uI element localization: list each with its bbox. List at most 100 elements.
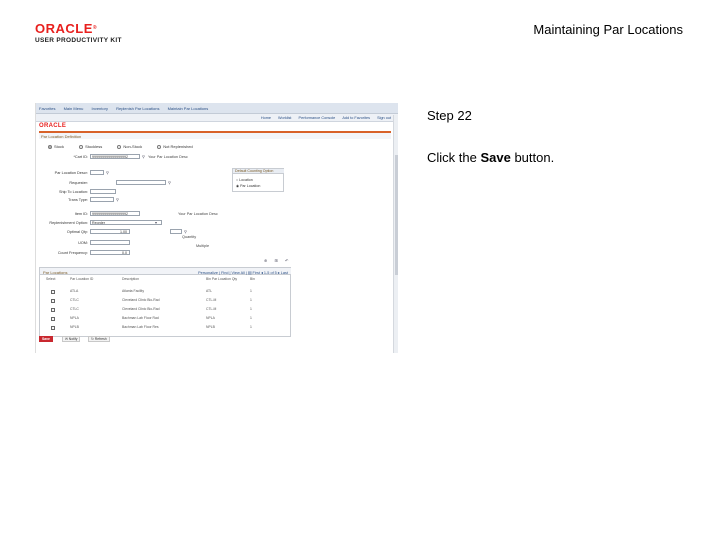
counting-option-location[interactable]: ○ Location: [236, 178, 253, 182]
requester-field[interactable]: [116, 180, 166, 185]
lookup-icon[interactable]: ⚲: [116, 197, 119, 202]
grid-column-headers: Select Par Location ID Description Bin P…: [40, 277, 291, 282]
scrollbar-thumb[interactable]: [395, 155, 398, 275]
grid-title: Par Locations: [43, 269, 68, 275]
par-location-id-cell: NPLA: [70, 316, 79, 320]
breadcrumb-item[interactable]: Replenish Par Locations: [116, 106, 159, 111]
bin-cell: 1: [250, 316, 252, 320]
ship-to-label: Ship To Location:: [58, 190, 88, 194]
counting-option-title: Default Counting Option: [233, 169, 284, 174]
par-type-radio-group: Stock Stockless Non-Stock Not Replenishe…: [48, 144, 207, 149]
sign-out-link[interactable]: Sign out: [377, 116, 391, 120]
lookup-icon[interactable]: ⚲: [184, 229, 187, 234]
replenishment-option-select[interactable]: Reorder: [90, 220, 162, 225]
add-to-favorites-link[interactable]: Add to Favorites: [342, 116, 370, 120]
radio-icon: [117, 144, 122, 149]
multiple-label: Multiple: [196, 244, 210, 248]
select-checkbox[interactable]: [51, 326, 55, 330]
grid-navigation[interactable]: Personalize | Find | View All | ▤ First …: [198, 270, 288, 275]
description-cell: Bachman Lab Floor Rad: [122, 316, 159, 320]
worklist-link[interactable]: Worklist: [278, 116, 291, 120]
replenishment-option-label: Replenishment Option:: [49, 221, 88, 225]
select-checkbox[interactable]: [51, 317, 55, 321]
logo-brand: ORACLE®: [35, 21, 98, 36]
bin-cell: 1: [250, 298, 252, 302]
bin-par-location-cell: ATL: [206, 289, 212, 293]
counting-option-par-location[interactable]: ◉ Par Location: [236, 184, 260, 188]
bin-par-location-cell: CTL-M: [206, 307, 217, 311]
lookup-icon[interactable]: ⚲: [168, 180, 171, 185]
instruction-target: Save: [480, 150, 511, 165]
column-header[interactable]: Bin: [250, 277, 255, 281]
select-checkbox[interactable]: [51, 308, 55, 312]
refresh-button[interactable]: ↻ Refresh: [88, 336, 110, 342]
description-cell: Atlanta Facility: [122, 289, 145, 293]
column-header[interactable]: Select: [46, 277, 55, 281]
page-title-bar: Par Location Definition: [39, 131, 391, 139]
radio-icon: [157, 144, 162, 149]
lookup-icon[interactable]: ⚲: [142, 154, 145, 159]
default-counting-option-box: Default Counting Option ○ Location ◉ Par…: [232, 168, 284, 192]
radio-stockless[interactable]: Stockless: [79, 144, 102, 149]
bin-par-location-cell: NPLA: [206, 316, 215, 320]
uom-field[interactable]: [90, 240, 130, 245]
column-header[interactable]: Par Location ID: [70, 277, 93, 281]
par-location-id-cell: ATLA: [70, 289, 79, 293]
bin-par-location-cell: NPLB: [206, 325, 215, 329]
breadcrumb: Favorites Main Menu Inventory Replenish …: [39, 106, 215, 111]
par-descr-field[interactable]: [90, 170, 104, 175]
app-oracle-logo: ORACLE: [39, 123, 67, 129]
select-checkbox[interactable]: [51, 299, 55, 303]
oracle-upk-logo: ORACLE® USER PRODUCTIVITY KIT: [35, 22, 130, 48]
optimal-qty-label: Optimal Qty:: [66, 230, 88, 234]
top-navigation: Favorites Main Menu Inventory Replenish …: [36, 103, 398, 114]
chevron-down-icon[interactable]: ▾: [155, 220, 157, 225]
table-row: ATLA Atlanta Facility ATL 1: [40, 288, 291, 295]
radio-stock[interactable]: Stock: [48, 144, 64, 149]
requester-label: Requester:: [69, 181, 88, 185]
breadcrumb-item[interactable]: Inventory: [92, 106, 108, 111]
table-row: NPLB Bachman Lab Floor Res NPLB 1: [40, 324, 291, 331]
header-links-bar: Home Worklist Performance Console Add to…: [36, 114, 398, 122]
vertical-scrollbar[interactable]: [393, 115, 398, 353]
home-link[interactable]: Home: [261, 116, 271, 120]
notify-button[interactable]: ✉ Notify: [62, 336, 81, 342]
cart-id-field[interactable]: 999999999999999992: [90, 154, 140, 159]
description-cell: Bachman Lab Floor Res: [122, 325, 159, 329]
ship-to-field[interactable]: [90, 189, 116, 194]
breadcrumb-item[interactable]: Maintain Par Locations: [168, 106, 209, 111]
lookup-icon[interactable]: ⚲: [106, 170, 109, 175]
column-header[interactable]: Bin Par Location Qty: [206, 277, 237, 281]
grid-header: Par Locations Personalize | Find | View …: [40, 268, 291, 275]
par-locations-grid: Par Locations Personalize | Find | View …: [39, 267, 291, 337]
add-row-icon[interactable]: ⊞: [274, 258, 277, 263]
radio-selected-icon: [48, 144, 52, 149]
select-checkbox[interactable]: [51, 290, 55, 294]
item-id-label: Item ID:: [74, 212, 88, 216]
zoom-icon[interactable]: ⊕: [264, 258, 267, 263]
radio-non-stock[interactable]: Non-Stock: [117, 144, 142, 149]
app-screenshot: Favorites Main Menu Inventory Replenish …: [35, 103, 398, 353]
trans-type-field[interactable]: [90, 197, 114, 202]
count-frequency-label: Count Frequency:: [57, 251, 88, 255]
count-frequency-field[interactable]: 0.0: [90, 250, 130, 255]
description-cell: Cleveland Clinic Bio-Rad: [122, 298, 160, 302]
refresh-icon[interactable]: ↶: [285, 258, 288, 263]
item-id-field[interactable]: 999999999999999992: [90, 211, 140, 216]
par-descr-label: Par Location Descr:: [54, 171, 88, 175]
performance-console-link[interactable]: Performance Console: [299, 116, 336, 120]
par-location-id-cell: CTLC: [70, 298, 79, 302]
cart-note: Your Par Location Desc: [148, 155, 188, 159]
breadcrumb-item[interactable]: Favorites: [39, 106, 55, 111]
column-header[interactable]: Description: [122, 277, 139, 281]
optimal-qty-field[interactable]: 1.00: [90, 229, 130, 234]
breadcrumb-item[interactable]: Main Menu: [64, 106, 84, 111]
bin-cell: 1: [250, 325, 252, 329]
cart-id-label: *Cart ID:: [73, 155, 88, 159]
trans-type-label: Trans Type:: [68, 198, 88, 202]
quantity-unit-field[interactable]: [170, 229, 182, 234]
radio-icon: [79, 144, 84, 149]
step-label: Step 22: [427, 108, 472, 123]
save-button[interactable]: Save: [39, 336, 53, 342]
radio-not-replenished[interactable]: Not Replenished: [157, 144, 193, 149]
